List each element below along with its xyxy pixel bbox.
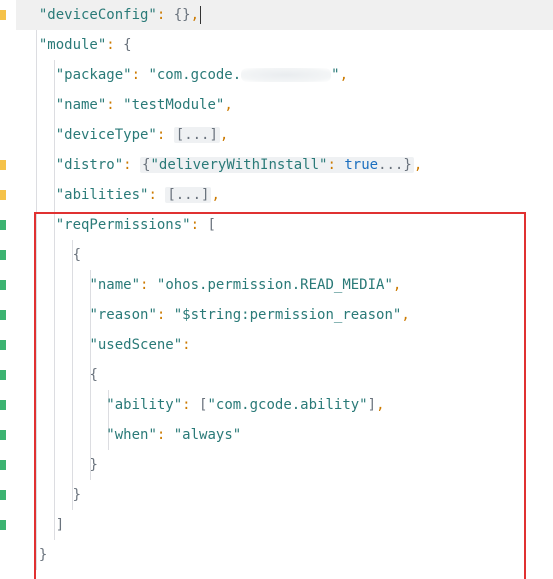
code-line[interactable]: } xyxy=(16,480,553,510)
code-line[interactable]: { xyxy=(16,240,553,270)
fold-marker[interactable]: [...] xyxy=(165,187,211,203)
code-line[interactable]: "distro": {"deliveryWithInstall": true..… xyxy=(16,150,553,180)
gutter-mark-yellow xyxy=(0,160,6,170)
gutter-mark-green xyxy=(0,460,6,470)
code-line[interactable]: "name": "testModule", xyxy=(16,90,553,120)
code-line[interactable]: { xyxy=(16,360,553,390)
code-editor[interactable]: "deviceConfig": {}, "module": { "package… xyxy=(0,0,553,579)
code-line[interactable]: "usedScene": xyxy=(16,330,553,360)
editor-gutter xyxy=(0,0,16,579)
gutter-mark-yellow xyxy=(0,10,6,20)
fold-marker[interactable]: [...] xyxy=(174,127,220,143)
code-line[interactable]: "reason": "$string:permission_reason", xyxy=(16,300,553,330)
code-line[interactable]: } xyxy=(16,540,553,570)
gutter-mark-green xyxy=(0,430,6,440)
code-area[interactable]: "deviceConfig": {}, "module": { "package… xyxy=(16,0,553,570)
gutter-mark-green xyxy=(0,310,6,320)
code-line[interactable]: "module": { xyxy=(16,30,553,60)
code-line[interactable]: "reqPermissions": [ xyxy=(16,210,553,240)
code-line[interactable]: "name": "ohos.permission.READ_MEDIA", xyxy=(16,270,553,300)
gutter-mark-green xyxy=(0,250,6,260)
text-cursor xyxy=(200,6,201,24)
code-line[interactable]: "package": "com.gcode.", xyxy=(16,60,553,90)
code-line[interactable]: "abilities": [...], xyxy=(16,180,553,210)
gutter-mark-green xyxy=(0,220,6,230)
code-line[interactable]: "ability": ["com.gcode.ability"], xyxy=(16,390,553,420)
fold-marker[interactable]: {"deliveryWithInstall": true...} xyxy=(140,157,414,173)
gutter-mark-green xyxy=(0,520,6,530)
gutter-mark-green xyxy=(0,340,6,350)
gutter-mark-yellow xyxy=(0,190,6,200)
gutter-mark-green xyxy=(0,280,6,290)
redacted-text xyxy=(241,68,331,82)
gutter-mark-green xyxy=(0,490,6,500)
gutter-mark-green xyxy=(0,400,6,410)
code-line[interactable]: "deviceType": [...], xyxy=(16,120,553,150)
code-line[interactable]: ] xyxy=(16,510,553,540)
code-line[interactable]: "deviceConfig": {}, xyxy=(16,0,553,30)
gutter-mark-green xyxy=(0,370,6,380)
code-line[interactable]: } xyxy=(16,450,553,480)
code-line[interactable]: "when": "always" xyxy=(16,420,553,450)
